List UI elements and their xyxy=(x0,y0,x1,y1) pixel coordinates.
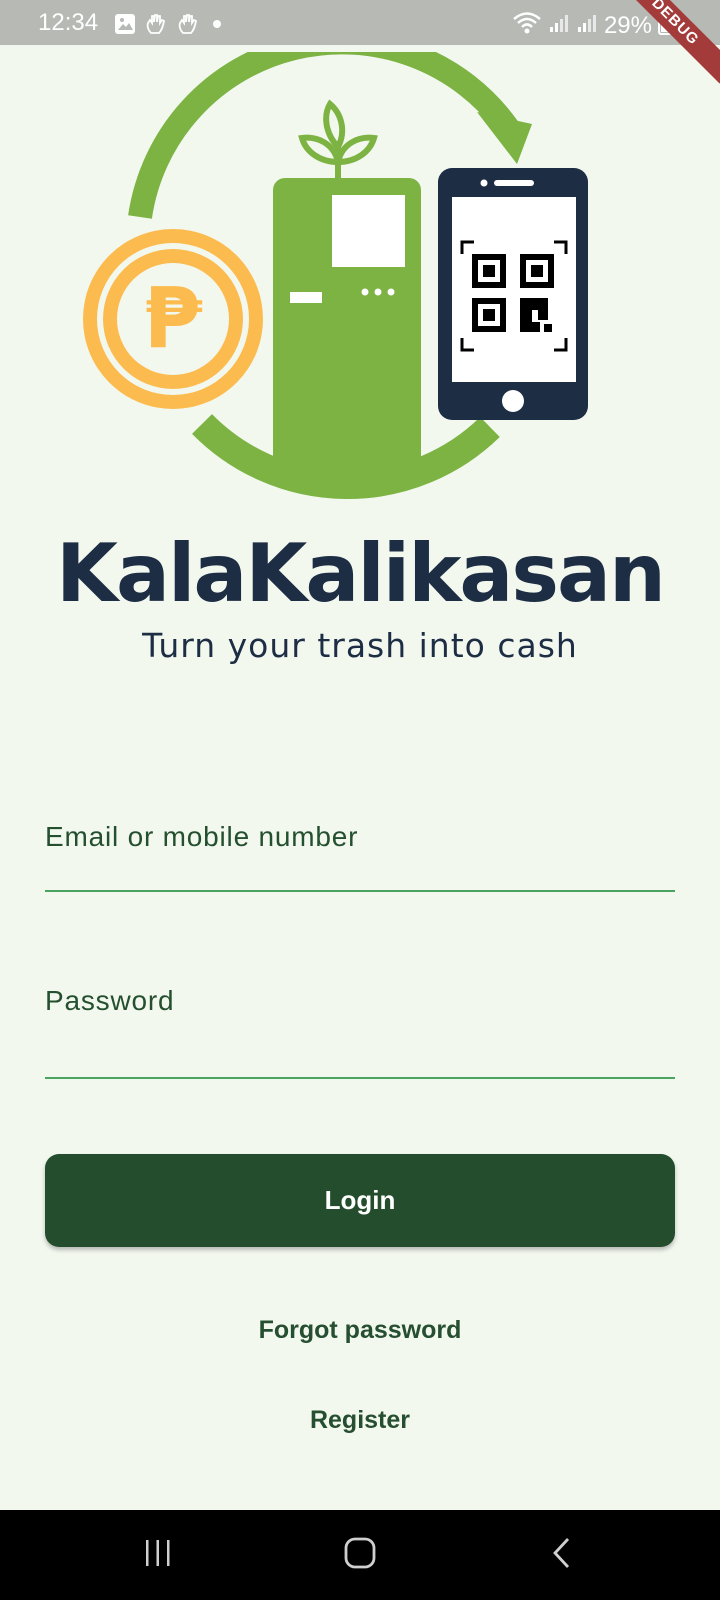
app-logo: ₱ xyxy=(80,30,600,500)
password-field-label: Password xyxy=(45,985,175,1016)
battery-percent: 29% xyxy=(603,11,652,39)
gallery-icon xyxy=(114,13,136,40)
back-button[interactable] xyxy=(532,1530,592,1580)
forgot-password-link[interactable]: Forgot password xyxy=(0,1315,720,1345)
email-field[interactable]: Email or mobile number xyxy=(45,806,675,892)
signal-icon xyxy=(576,12,598,39)
home-icon xyxy=(343,1536,377,1575)
app-title: KalaKalikasan xyxy=(56,527,666,620)
hand-icon xyxy=(144,12,168,41)
forgot-password-label[interactable]: Forgot password xyxy=(259,1316,462,1344)
email-input[interactable] xyxy=(45,852,675,886)
register-label[interactable]: Register xyxy=(310,1406,410,1434)
password-field[interactable]: Password xyxy=(45,970,675,1079)
app-tagline: Turn your trash into cash xyxy=(142,626,578,665)
password-input[interactable] xyxy=(45,1039,675,1073)
status-icons-right: 29% xyxy=(512,11,672,40)
back-icon xyxy=(550,1536,574,1575)
recents-icon xyxy=(142,1538,174,1573)
wifi-icon xyxy=(512,11,542,40)
status-time: 12:34 xyxy=(38,9,99,36)
hand-icon xyxy=(176,12,200,41)
dot-icon xyxy=(208,15,226,38)
system-nav-bar xyxy=(0,1510,720,1600)
signal-icon xyxy=(548,12,570,39)
email-field-label: Email or mobile number xyxy=(45,821,359,852)
register-link[interactable]: Register xyxy=(0,1405,720,1435)
home-button[interactable] xyxy=(330,1530,390,1580)
status-icons-left xyxy=(114,12,226,41)
status-bar: 12:34 29% DEBUG xyxy=(0,0,720,84)
recents-button[interactable] xyxy=(128,1530,188,1580)
login-button[interactable]: Login xyxy=(45,1154,675,1247)
currency-symbol: ₱ xyxy=(144,269,203,367)
